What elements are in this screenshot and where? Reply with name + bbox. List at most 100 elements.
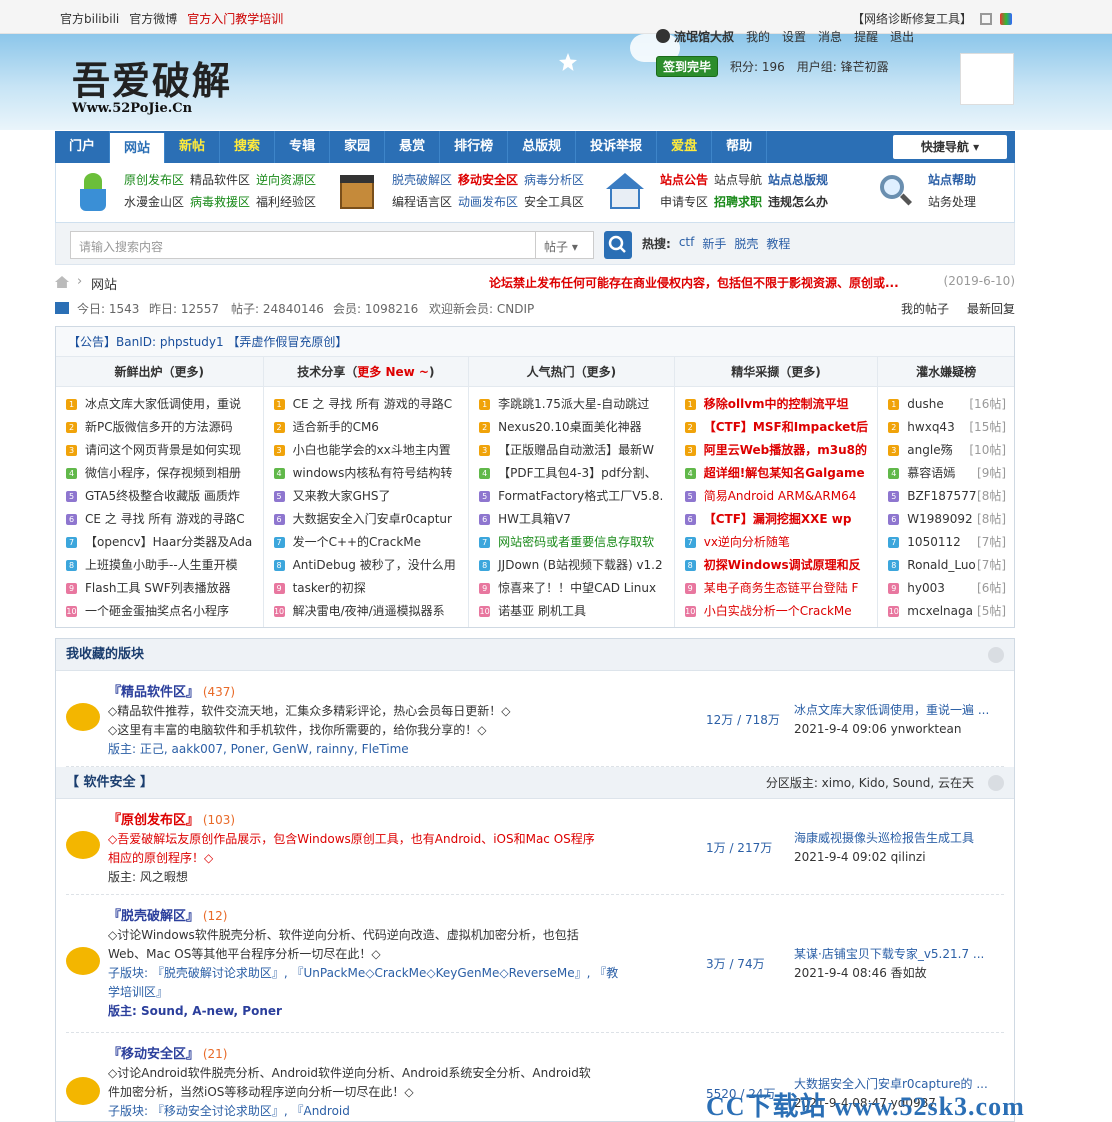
subnav-site-help[interactable]: 站点帮助 [928, 169, 976, 191]
latest-replies-link[interactable]: 最新回复 [967, 300, 1015, 317]
list-item-title[interactable]: 解决雷电/夜神/逍遥模拟器系 [293, 600, 445, 623]
list-item-title[interactable]: tasker的初探 [293, 577, 366, 600]
search-button[interactable] [604, 231, 632, 259]
subnav-original[interactable]: 原创发布区 [124, 169, 184, 191]
search-scope-select[interactable]: 帖子 ▾ [536, 231, 594, 259]
list-item[interactable]: 2 Nexus20.10桌面美化神器 [479, 416, 666, 439]
list-item-title[interactable]: 网站密码或者重要信息存取软 [498, 531, 654, 554]
list-item-title[interactable]: 李跳跳1.75派大星-自动跳过 [498, 393, 649, 416]
subnav-water[interactable]: 水漫金山区 [124, 191, 184, 213]
list-item-title[interactable]: 移除ollvm中的控制流平坦 [704, 393, 849, 416]
hot-search-ctf[interactable]: ctf [679, 235, 695, 252]
list-item-title[interactable]: Nexus20.10桌面美化神器 [498, 416, 641, 439]
forum-last-post[interactable]: 冰点文库大家低调使用，重说一遍 ... [794, 703, 989, 717]
forum-title[interactable]: 『脱壳破解区』 [108, 909, 199, 924]
list-item[interactable]: 2 新PC版微信多开的方法源码 [66, 416, 255, 439]
collapse-icon[interactable] [988, 775, 1004, 791]
list-item[interactable]: 8 上班摸鱼小助手--人生重开模 [66, 554, 255, 577]
forum-last-post[interactable]: 海康威视摄像头巡检报告生成工具 [794, 831, 974, 845]
search-input[interactable]: 请输入搜索内容 [70, 231, 536, 259]
list-item-title[interactable]: 【CTF】漏洞挖掘XXE wp [704, 508, 852, 531]
list-item[interactable]: 3 小白也能学会的xx斗地主内置 [273, 439, 461, 462]
subnav-welfare[interactable]: 福利经验区 [256, 191, 316, 213]
forum-mods[interactable]: 版主: 风之暇想 [108, 870, 188, 884]
list-item[interactable]: 7 发一个C++的CrackMe [273, 531, 461, 554]
list-item-title[interactable]: hwxq43 [907, 416, 954, 439]
list-item[interactable]: 6 【CTF】漏洞挖掘XXE wp [684, 508, 870, 531]
weibo-link[interactable]: 官方微博 [129, 10, 177, 27]
list-item-title[interactable]: mcxelnaga [907, 600, 973, 623]
subnav-violations[interactable]: 违规怎么办 [768, 191, 828, 213]
collapse-icon[interactable] [988, 647, 1004, 663]
my-link[interactable]: 我的 [746, 28, 770, 45]
list-item[interactable]: 8 AntiDebug 被秒了，没什么用 [273, 554, 461, 577]
list-item[interactable]: 2 【CTF】MSF和Impacket后 [684, 416, 870, 439]
list-item-title[interactable]: vx逆向分析随笔 [704, 531, 790, 554]
forum-row[interactable]: 『精品软件区』 (437) ◇精品软件推荐，软件交流天地，汇集众多精彩评论，热心… [66, 671, 1004, 767]
list-item[interactable]: 4 微信小程序，保存视频到相册 [66, 462, 255, 485]
list-item[interactable]: 10 一个砸金蛋抽奖点名小程序 [66, 600, 255, 623]
forum-title[interactable]: 『原创发布区』 [108, 813, 199, 828]
subnav-announcements[interactable]: 站点公告 [660, 169, 708, 191]
logout-link[interactable]: 退出 [890, 28, 914, 45]
list-item[interactable]: 6 大数据安全入门安卓r0captur [273, 508, 461, 531]
list-item[interactable]: 5 BZF187577 [8帖] [888, 485, 1006, 508]
fullscreen-icon[interactable] [980, 12, 992, 25]
forum-title[interactable]: 『移动安全区』 [108, 1047, 199, 1062]
list-item[interactable]: 3 【正版赠品自动激活】最新W [479, 439, 666, 462]
subnav-programming[interactable]: 编程语言区 [392, 191, 452, 213]
list-item-title[interactable]: 【PDF工具包4-3】pdf分割、 [498, 462, 656, 485]
nav-report[interactable]: 投诉举报 [576, 131, 658, 163]
list-item-title[interactable]: 惊喜来了！！中望CAD Linux [498, 577, 656, 600]
list-item-title[interactable]: 某电子商务生态链平台登陆 F [704, 577, 859, 600]
list-item[interactable]: 1 CE 之 寻找 所有 游戏的寻路C [273, 393, 461, 416]
list-item-title[interactable]: Flash工具 SWF列表播放器 [85, 577, 231, 600]
list-item-title[interactable]: BZF187577 [907, 485, 976, 508]
hot-search-tutorial[interactable]: 教程 [766, 235, 790, 252]
list-item[interactable]: 4 【PDF工具包4-3】pdf分割、 [479, 462, 666, 485]
list-item[interactable]: 2 适合新手的CM6 [273, 416, 461, 439]
forum-mods[interactable]: 版主: Sound, A-new, Poner [108, 1004, 282, 1018]
hot-search-newbie[interactable]: 新手 [702, 235, 726, 252]
list-item[interactable]: 8 Ronald_Luo [7帖] [888, 554, 1006, 577]
forum-notice[interactable]: 论坛禁止发布任何可能存在商业侵权内容，包括但不限于影视资源、原创或... [489, 274, 899, 291]
column-header[interactable]: 人气热门（更多) [469, 357, 674, 387]
announcement-fake-original[interactable]: 【弄虚作假冒充原创】 [227, 335, 347, 349]
list-item-title[interactable]: 慕容语嫣 [907, 462, 955, 485]
list-item-title[interactable]: AntiDebug 被秒了，没什么用 [293, 554, 456, 577]
breadcrumb-current[interactable]: 网站 [91, 274, 117, 293]
list-item[interactable]: 9 hy003 [6帖] [888, 577, 1006, 600]
nav-aipan[interactable]: 爱盘 [657, 131, 713, 163]
list-item-title[interactable]: 上班摸鱼小助手--人生重开模 [85, 554, 238, 577]
list-item[interactable]: 2 hwxq43 [15帖] [888, 416, 1006, 439]
list-item-title[interactable]: 诺基亚 刷机工具 [498, 600, 586, 623]
list-item[interactable]: 5 又来教大家GHS了 [273, 485, 461, 508]
list-item-title[interactable]: JJDown (B站视频下载器) v1.2 [498, 554, 663, 577]
list-item[interactable]: 1 移除ollvm中的控制流平坦 [684, 393, 870, 416]
list-item-title[interactable]: angle殇 [907, 439, 952, 462]
subnav-virus-analysis[interactable]: 病毒分析区 [524, 169, 584, 191]
user-group-text[interactable]: 用户组: 锋芒初露 [797, 58, 889, 75]
list-item-title[interactable]: 请问这个网页背景是如何实现 [85, 439, 241, 462]
forum-last-time[interactable]: 2021-9-4 08:46 香如故 [794, 966, 927, 980]
list-item[interactable]: 3 请问这个网页背景是如何实现 [66, 439, 255, 462]
subnav-apply[interactable]: 申请专区 [660, 191, 708, 213]
column-header[interactable]: 精华采撷（更多) [674, 357, 878, 387]
username[interactable]: 流氓馆大叔 [674, 28, 734, 45]
avatar[interactable] [960, 53, 1014, 105]
list-item[interactable]: 9 tasker的初探 [273, 577, 461, 600]
my-posts-link[interactable]: 我的帖子 [901, 300, 949, 317]
list-item-title[interactable]: GTA5终极整合收藏版 画质炸 [85, 485, 240, 508]
list-item-title[interactable]: 又来教大家GHS了 [293, 485, 391, 508]
list-item-title[interactable]: hy003 [907, 577, 945, 600]
quick-nav-button[interactable]: 快捷导航 ▾ [893, 135, 1007, 159]
column-header[interactable]: 新鲜出炉（更多) [56, 357, 263, 387]
subnav-site-nav[interactable]: 站点导航 [714, 169, 762, 191]
list-item[interactable]: 1 李跳跳1.75派大星-自动跳过 [479, 393, 666, 416]
forum-subforums[interactable]: 子版块: 『脱壳破解讨论求助区』, 『UnPackMe◇CrackMe◇KeyG… [108, 966, 618, 980]
list-item-title[interactable]: 小白也能学会的xx斗地主内置 [293, 439, 451, 462]
forum-subforums[interactable]: 学培训区』 [108, 985, 168, 999]
forum-subforums[interactable]: 子版块: 『移动安全讨论求助区』, 『Android [108, 1104, 350, 1118]
subnav-general-rules[interactable]: 站点总版规 [768, 169, 828, 191]
subnav-security-tools[interactable]: 安全工具区 [524, 191, 584, 213]
